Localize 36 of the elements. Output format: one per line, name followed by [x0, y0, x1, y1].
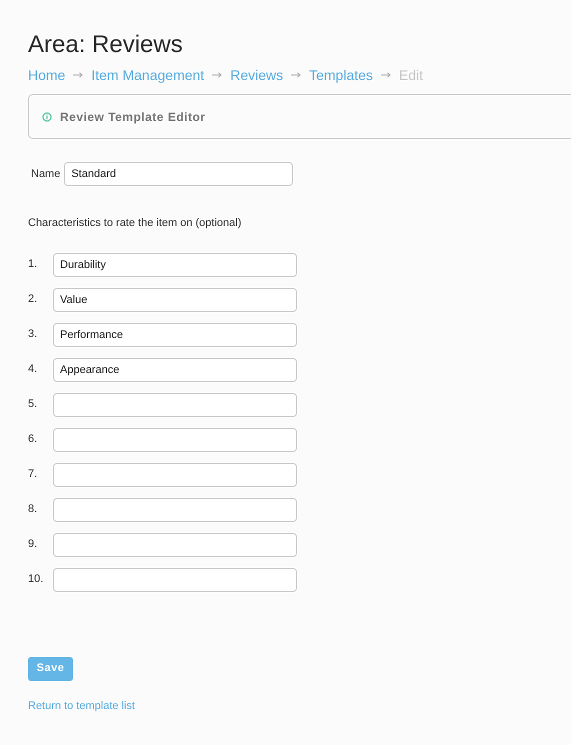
- item-number: 2.: [28, 292, 38, 308]
- characteristic-input[interactable]: [53, 568, 297, 592]
- breadcrumb-link[interactable]: Home: [28, 66, 66, 84]
- characteristic-input[interactable]: Value: [53, 288, 297, 312]
- characteristic-input[interactable]: Performance: [53, 322, 297, 346]
- characteristic-input[interactable]: [53, 462, 297, 486]
- breadcrumb-link[interactable]: Templates: [309, 66, 373, 84]
- item-number: 5.: [28, 397, 38, 412]
- breadcrumb-link[interactable]: Item Management: [91, 66, 204, 84]
- item-number: 10.: [28, 572, 44, 588]
- characteristic-input[interactable]: Durability: [53, 252, 297, 276]
- characteristic-input[interactable]: [53, 498, 297, 522]
- item-number: 6.: [28, 432, 38, 448]
- item-number: 9.: [28, 537, 38, 552]
- arrow-icon: [380, 72, 391, 78]
- page-title: Area: Reviews: [28, 30, 183, 60]
- breadcrumb-link[interactable]: Reviews: [230, 66, 284, 84]
- characteristics-label: Characteristics to rate the item on (optional): [28, 216, 242, 231]
- characteristic-input[interactable]: Appearance: [53, 358, 297, 382]
- item-number: 7.: [28, 467, 38, 482]
- characteristic-input[interactable]: [53, 392, 297, 416]
- arrow-icon: [73, 72, 84, 78]
- item-number: 8.: [28, 502, 38, 518]
- info-icon: [42, 112, 52, 122]
- arrow-icon: [291, 72, 302, 78]
- save-button[interactable]: Save: [28, 656, 73, 680]
- name-label: Name: [31, 166, 60, 182]
- characteristic-input[interactable]: [53, 532, 297, 556]
- return-link[interactable]: Return to template list: [28, 698, 135, 714]
- item-number: 3.: [28, 327, 38, 342]
- panel-title: Review Template Editor: [60, 108, 206, 126]
- arrow-icon: [212, 72, 222, 78]
- name-input[interactable]: Standard: [64, 162, 294, 186]
- item-number: 1.: [28, 257, 38, 272]
- characteristic-input[interactable]: [53, 428, 297, 452]
- item-number: 4.: [28, 362, 38, 378]
